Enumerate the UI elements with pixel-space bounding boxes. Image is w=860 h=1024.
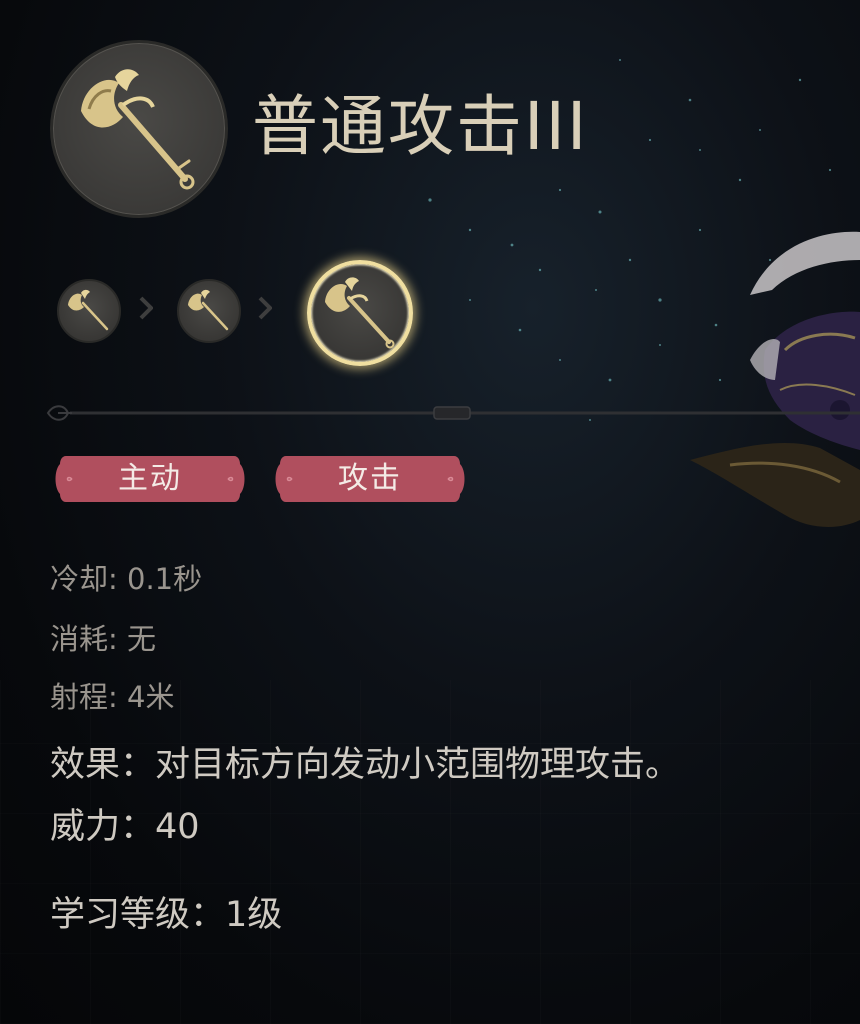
cooldown-text: 冷却: 0.1秒 (50, 562, 203, 596)
learn-level-text: 学习等级：1级 (50, 895, 283, 935)
chevron-right-icon (258, 296, 272, 320)
range-text: 射程: 4米 (50, 680, 175, 714)
tier-1-icon[interactable] (57, 279, 121, 343)
ornamental-divider (46, 405, 860, 421)
tag-active-label: 主动 (118, 461, 182, 496)
effect-text: 效果：对目标方向发动小范围物理攻击。 (50, 745, 681, 785)
tier-2-icon[interactable] (177, 279, 241, 343)
golden-axe-icon (68, 289, 109, 331)
cost-text: 消耗: 无 (50, 622, 156, 656)
golden-axe-icon (81, 69, 195, 190)
skill-main-icon (50, 40, 228, 218)
floor-grid (0, 680, 860, 1024)
tag-active: 主动 (52, 452, 248, 506)
weapon-art (690, 231, 860, 527)
tier-3-icon-selected[interactable] (307, 260, 413, 366)
tag-attack: 攻击 (272, 452, 468, 506)
skill-title: 普通攻击III (252, 88, 589, 165)
power-text: 威力：40 (50, 807, 200, 847)
golden-axe-icon (325, 277, 395, 349)
golden-axe-icon (188, 289, 229, 331)
chevron-right-icon (139, 296, 153, 320)
tag-attack-label: 攻击 (338, 461, 402, 496)
